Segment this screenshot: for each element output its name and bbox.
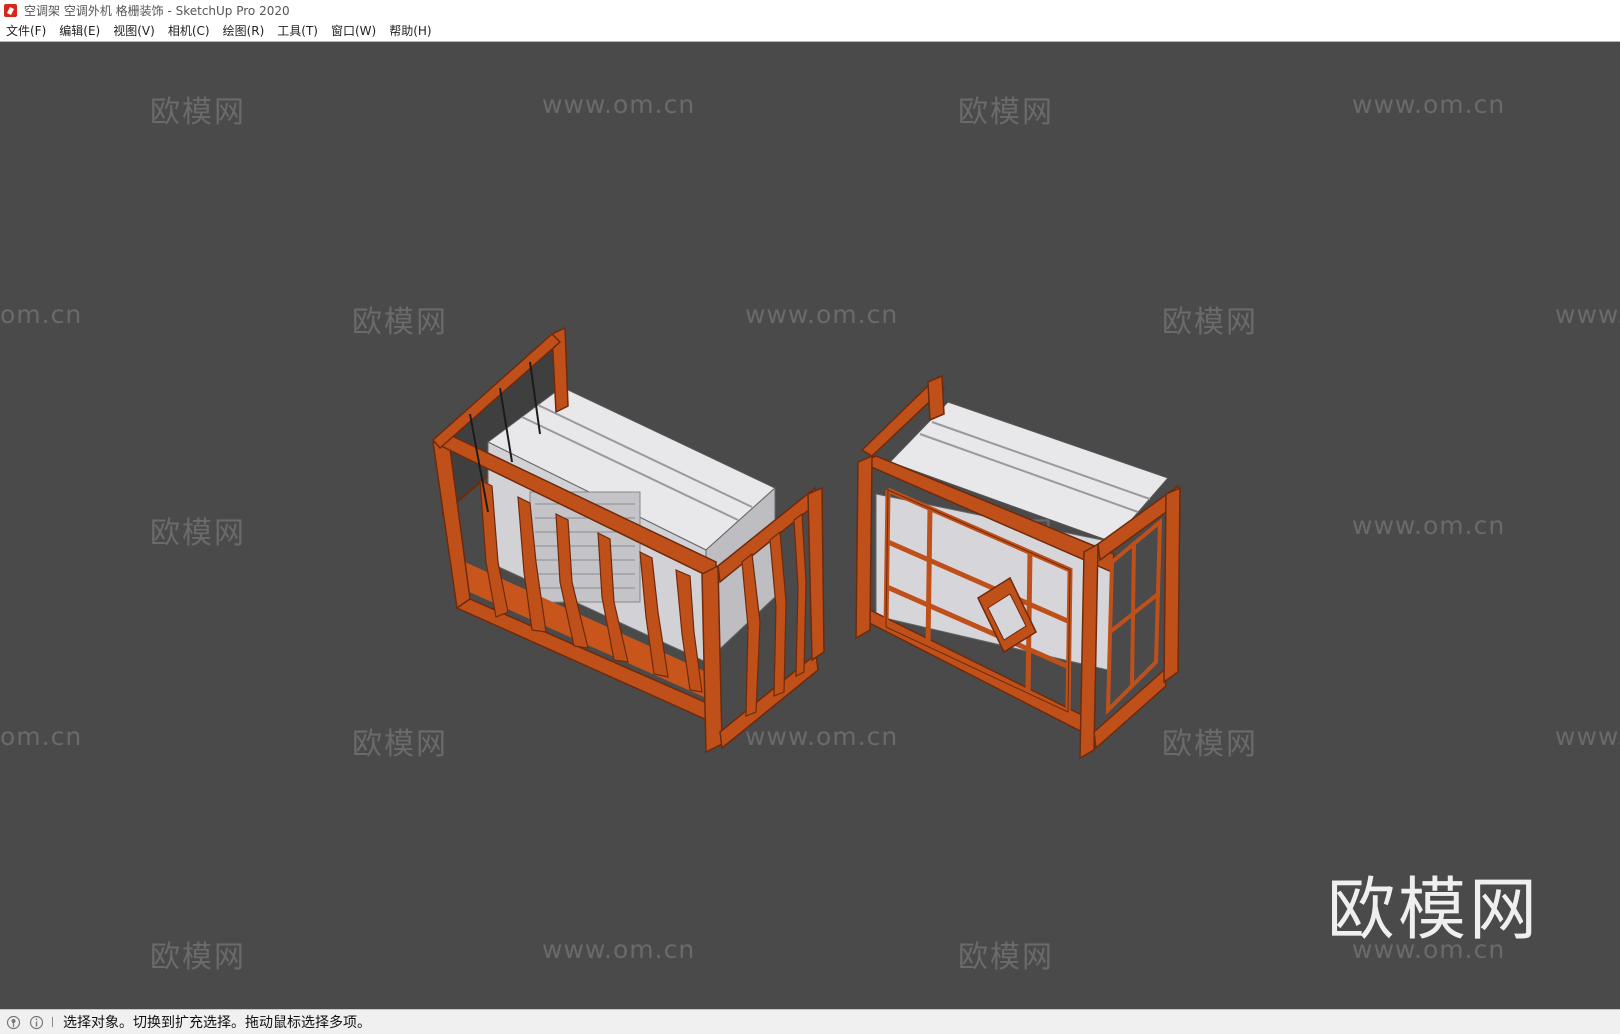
menu-file[interactable]: 文件(F) bbox=[0, 22, 53, 39]
geo-location-icon[interactable] bbox=[6, 1015, 21, 1030]
status-separator bbox=[52, 1017, 53, 1027]
sketchup-logo-icon bbox=[4, 3, 17, 17]
ac-unit-cage-lattice-pattern[interactable] bbox=[854, 374, 1181, 760]
model-scene bbox=[431, 326, 1181, 760]
menu-help[interactable]: 帮助(H) bbox=[383, 22, 438, 39]
menu-edit[interactable]: 编辑(E) bbox=[53, 22, 107, 39]
title-bar: 空调架 空调外机 格栅装饰 - SketchUp Pro 2020 bbox=[0, 0, 1620, 20]
status-message: 选择对象。切换到扩充选择。拖动鼠标选择多项。 bbox=[63, 1015, 371, 1031]
menu-camera[interactable]: 相机(C) bbox=[162, 22, 217, 39]
menu-draw[interactable]: 绘图(R) bbox=[217, 22, 272, 39]
menu-window[interactable]: 窗口(W) bbox=[325, 22, 383, 39]
menu-tools[interactable]: 工具(T) bbox=[271, 22, 325, 39]
menu-view[interactable]: 视图(V) bbox=[107, 22, 162, 39]
3d-viewport[interactable]: 欧模网 www.om.cn 欧模网 www.om.cn om.cn 欧模网 ww… bbox=[0, 42, 1620, 1009]
ac-unit-cage-branch-pattern[interactable] bbox=[431, 326, 825, 754]
menu-bar: 文件(F) 编辑(E) 视图(V) 相机(C) 绘图(R) 工具(T) 窗口(W… bbox=[0, 20, 1620, 42]
info-icon[interactable] bbox=[29, 1015, 44, 1030]
status-bar: 选择对象。切换到扩充选择。拖动鼠标选择多项。 bbox=[0, 1009, 1620, 1034]
window-title: 空调架 空调外机 格栅装饰 - SketchUp Pro 2020 bbox=[24, 3, 290, 18]
